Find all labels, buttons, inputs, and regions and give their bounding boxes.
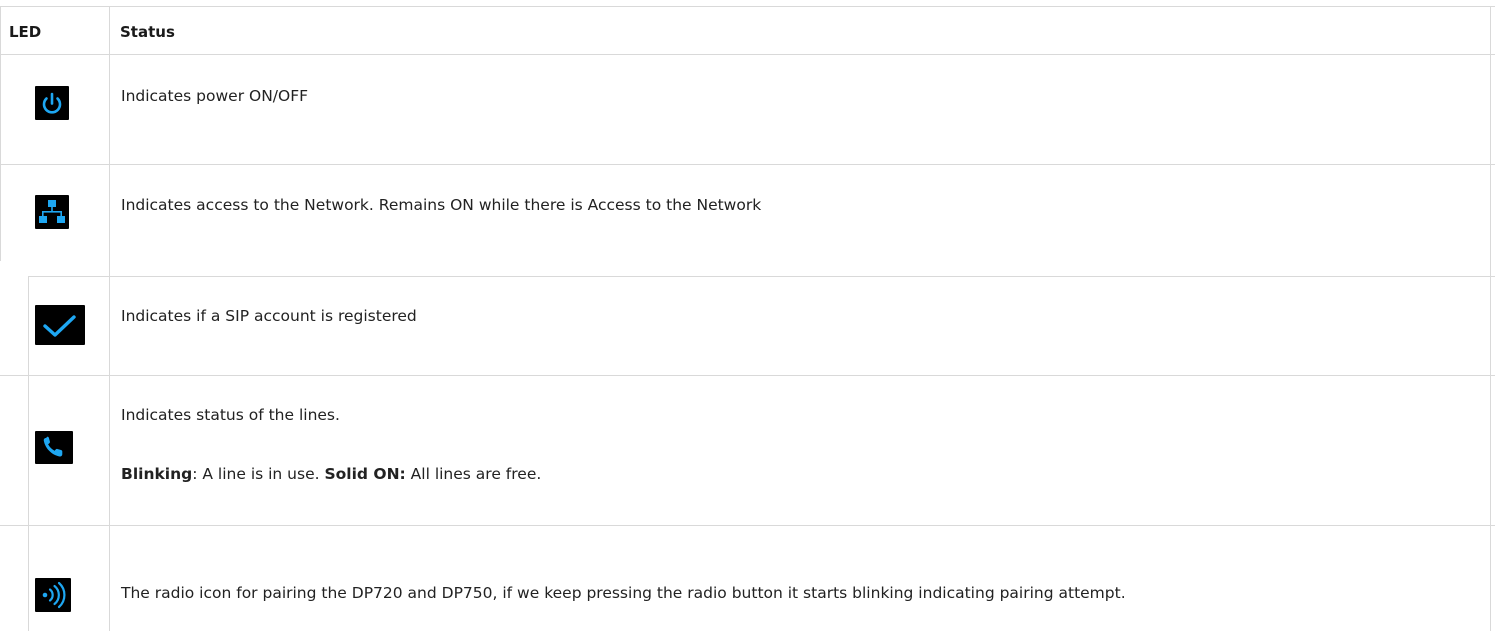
row-divider-3 — [0, 375, 1495, 376]
table-top-border — [0, 6, 1495, 7]
status-radio: The radio icon for pairing the DP720 and… — [121, 584, 1126, 602]
row-divider-1 — [0, 164, 1495, 165]
power-icon — [35, 86, 69, 120]
column-divider — [109, 6, 110, 631]
status-lines-detail: Blinking: A line is in use. Solid ON: Al… — [121, 464, 541, 484]
header-bottom-border — [0, 54, 1495, 55]
led-status-table: LED Status Indicates power ON/OFF Indica… — [0, 0, 1495, 631]
row-divider-2 — [28, 276, 1495, 277]
table-left-border — [0, 6, 1, 261]
checkmark-icon — [35, 305, 85, 345]
header-led: LED — [9, 23, 42, 41]
table-left-border-lower — [28, 277, 29, 631]
status-sip: Indicates if a SIP account is registered — [121, 307, 417, 325]
blinking-label: Blinking — [121, 465, 193, 483]
radio-icon — [35, 578, 71, 612]
row-divider-4 — [0, 525, 1495, 526]
status-lines: Indicates status of the lines. — [121, 406, 340, 424]
network-icon — [35, 195, 69, 229]
phone-icon — [35, 431, 73, 464]
solid-on-label: Solid ON: — [324, 465, 406, 483]
blinking-text: : A line is in use. — [192, 465, 325, 483]
status-network: Indicates access to the Network. Remains… — [121, 196, 762, 214]
solid-on-text: All lines are free. — [405, 465, 542, 483]
table-right-border — [1490, 6, 1491, 631]
header-status: Status — [120, 23, 175, 41]
status-power: Indicates power ON/OFF — [121, 87, 309, 105]
